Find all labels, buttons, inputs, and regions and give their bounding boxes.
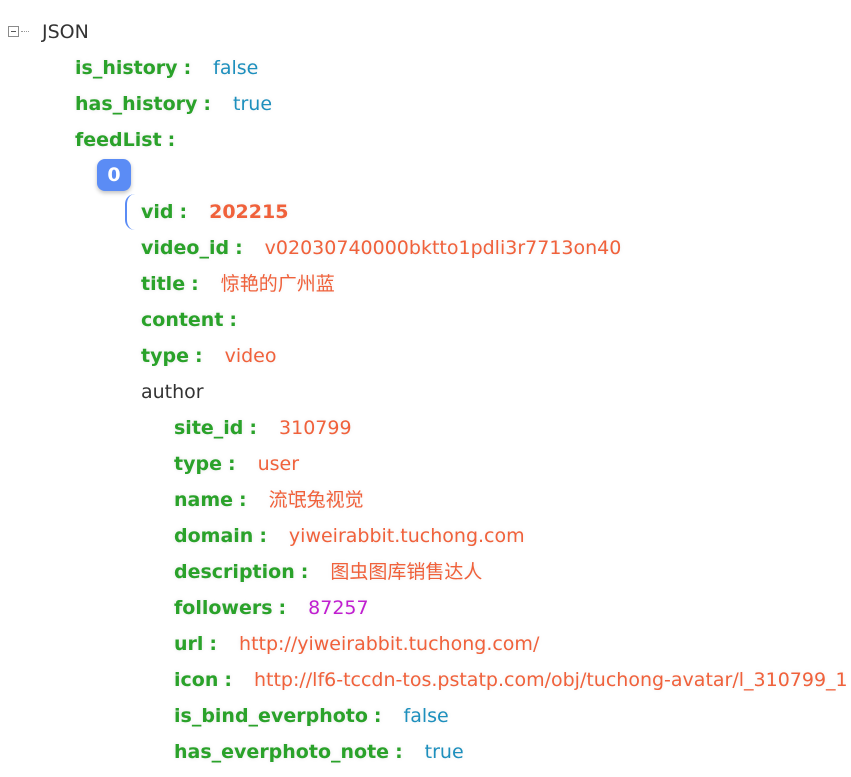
row-author-is-bind-everphoto: is_bind_everphoto: false: [174, 698, 449, 734]
root-node-label[interactable]: JSON: [42, 14, 89, 50]
key-label: url: [174, 633, 204, 655]
key-label: type: [141, 345, 189, 367]
row-type: type: video: [141, 338, 276, 374]
colon: :: [227, 453, 236, 475]
value-text: false: [213, 57, 259, 79]
tree-connector: [21, 31, 29, 33]
colon: :: [259, 525, 267, 547]
row-author-description: description: 图虫图库销售达人: [174, 554, 482, 590]
colon: :: [249, 417, 258, 439]
value-text: true: [233, 93, 273, 115]
key-label: has_history: [75, 93, 198, 115]
author-node-label: author: [141, 381, 204, 403]
key-label: content: [141, 309, 224, 331]
colon: :: [229, 309, 238, 331]
row-video-id: video_id: v02030740000bktto1pdli3r7713on4…: [141, 230, 621, 266]
row-content: content:: [141, 302, 259, 338]
key-label: has_everphoto_note: [174, 741, 390, 763]
value-text: user: [257, 453, 300, 475]
key-label: vid: [141, 201, 174, 223]
colon: :: [224, 669, 232, 691]
colon: :: [373, 705, 382, 727]
row-vid: vid:202215: [141, 194, 288, 230]
value-text: 流氓兔视觉: [268, 489, 364, 511]
row-has-history: has_history: true: [75, 86, 272, 122]
array-index-badge[interactable]: 0: [97, 159, 131, 191]
key-label: video_id: [141, 237, 230, 259]
row-author-site-id: site_id:310799: [174, 410, 352, 446]
value-text: http://lf6-tccdn-tos.pstatp.com/obj/tuch…: [253, 669, 848, 691]
row-author-icon: icon: http://lf6-tccdn-tos.pstatp.com/obj…: [174, 662, 848, 698]
key-label: followers: [174, 597, 273, 619]
row-author-name: name: 流氓兔视觉: [174, 482, 364, 518]
value-text: false: [403, 705, 449, 727]
key-label: site_id: [174, 417, 244, 439]
colon: :: [209, 633, 218, 655]
key-label: icon: [174, 669, 219, 691]
collapse-toggle-icon[interactable]: [8, 26, 19, 37]
colon: :: [203, 93, 212, 115]
value-text: v02030740000bktto1pdli3r7713on40: [264, 237, 622, 259]
row-author-type: type: user: [174, 446, 299, 482]
colon: :: [278, 597, 287, 619]
value-text: video: [224, 345, 277, 367]
row-author-has-everphoto-note: has_everphoto_note: true: [174, 734, 464, 770]
key-label: name: [174, 489, 234, 511]
colon: :: [235, 237, 243, 259]
colon: :: [395, 741, 403, 763]
row-author-url: url: http://yiweirabbit.tuchong.com/: [174, 626, 539, 662]
value-text: yiweirabbit.tuchong.com: [288, 525, 525, 547]
colon: :: [191, 273, 199, 295]
row-title: title: 惊艳的广州蓝: [141, 266, 335, 302]
colon: :: [239, 489, 247, 511]
colon: :: [300, 561, 309, 583]
key-label: domain: [174, 525, 254, 547]
value-text: true: [424, 741, 464, 763]
key-label: title: [141, 273, 186, 295]
key-label: feedList: [75, 129, 162, 151]
colon: :: [167, 129, 176, 151]
value-text: http://yiweirabbit.tuchong.com/: [239, 633, 540, 655]
key-label: type: [174, 453, 222, 475]
key-label: description: [174, 561, 295, 583]
row-author-domain: domain: yiweirabbit.tuchong.com: [174, 518, 525, 554]
value-text: 310799: [279, 417, 352, 439]
value-text: 87257: [308, 597, 369, 619]
row-author-followers: followers:87257: [174, 590, 369, 626]
row-feedlist[interactable]: feedList:: [75, 122, 197, 158]
key-label: is_bind_everphoto: [174, 705, 368, 727]
colon: :: [183, 57, 192, 79]
value-text: 图虫图库销售达人: [330, 561, 483, 583]
row-author[interactable]: author: [141, 374, 204, 410]
key-label: is_history: [75, 57, 178, 79]
value-text: 202215: [209, 201, 289, 223]
colon: :: [194, 345, 203, 367]
value-text: 惊艳的广州蓝: [220, 273, 335, 295]
row-is-history: is_history: false: [75, 50, 258, 86]
colon: :: [179, 201, 188, 223]
object-bracket: [125, 194, 135, 230]
